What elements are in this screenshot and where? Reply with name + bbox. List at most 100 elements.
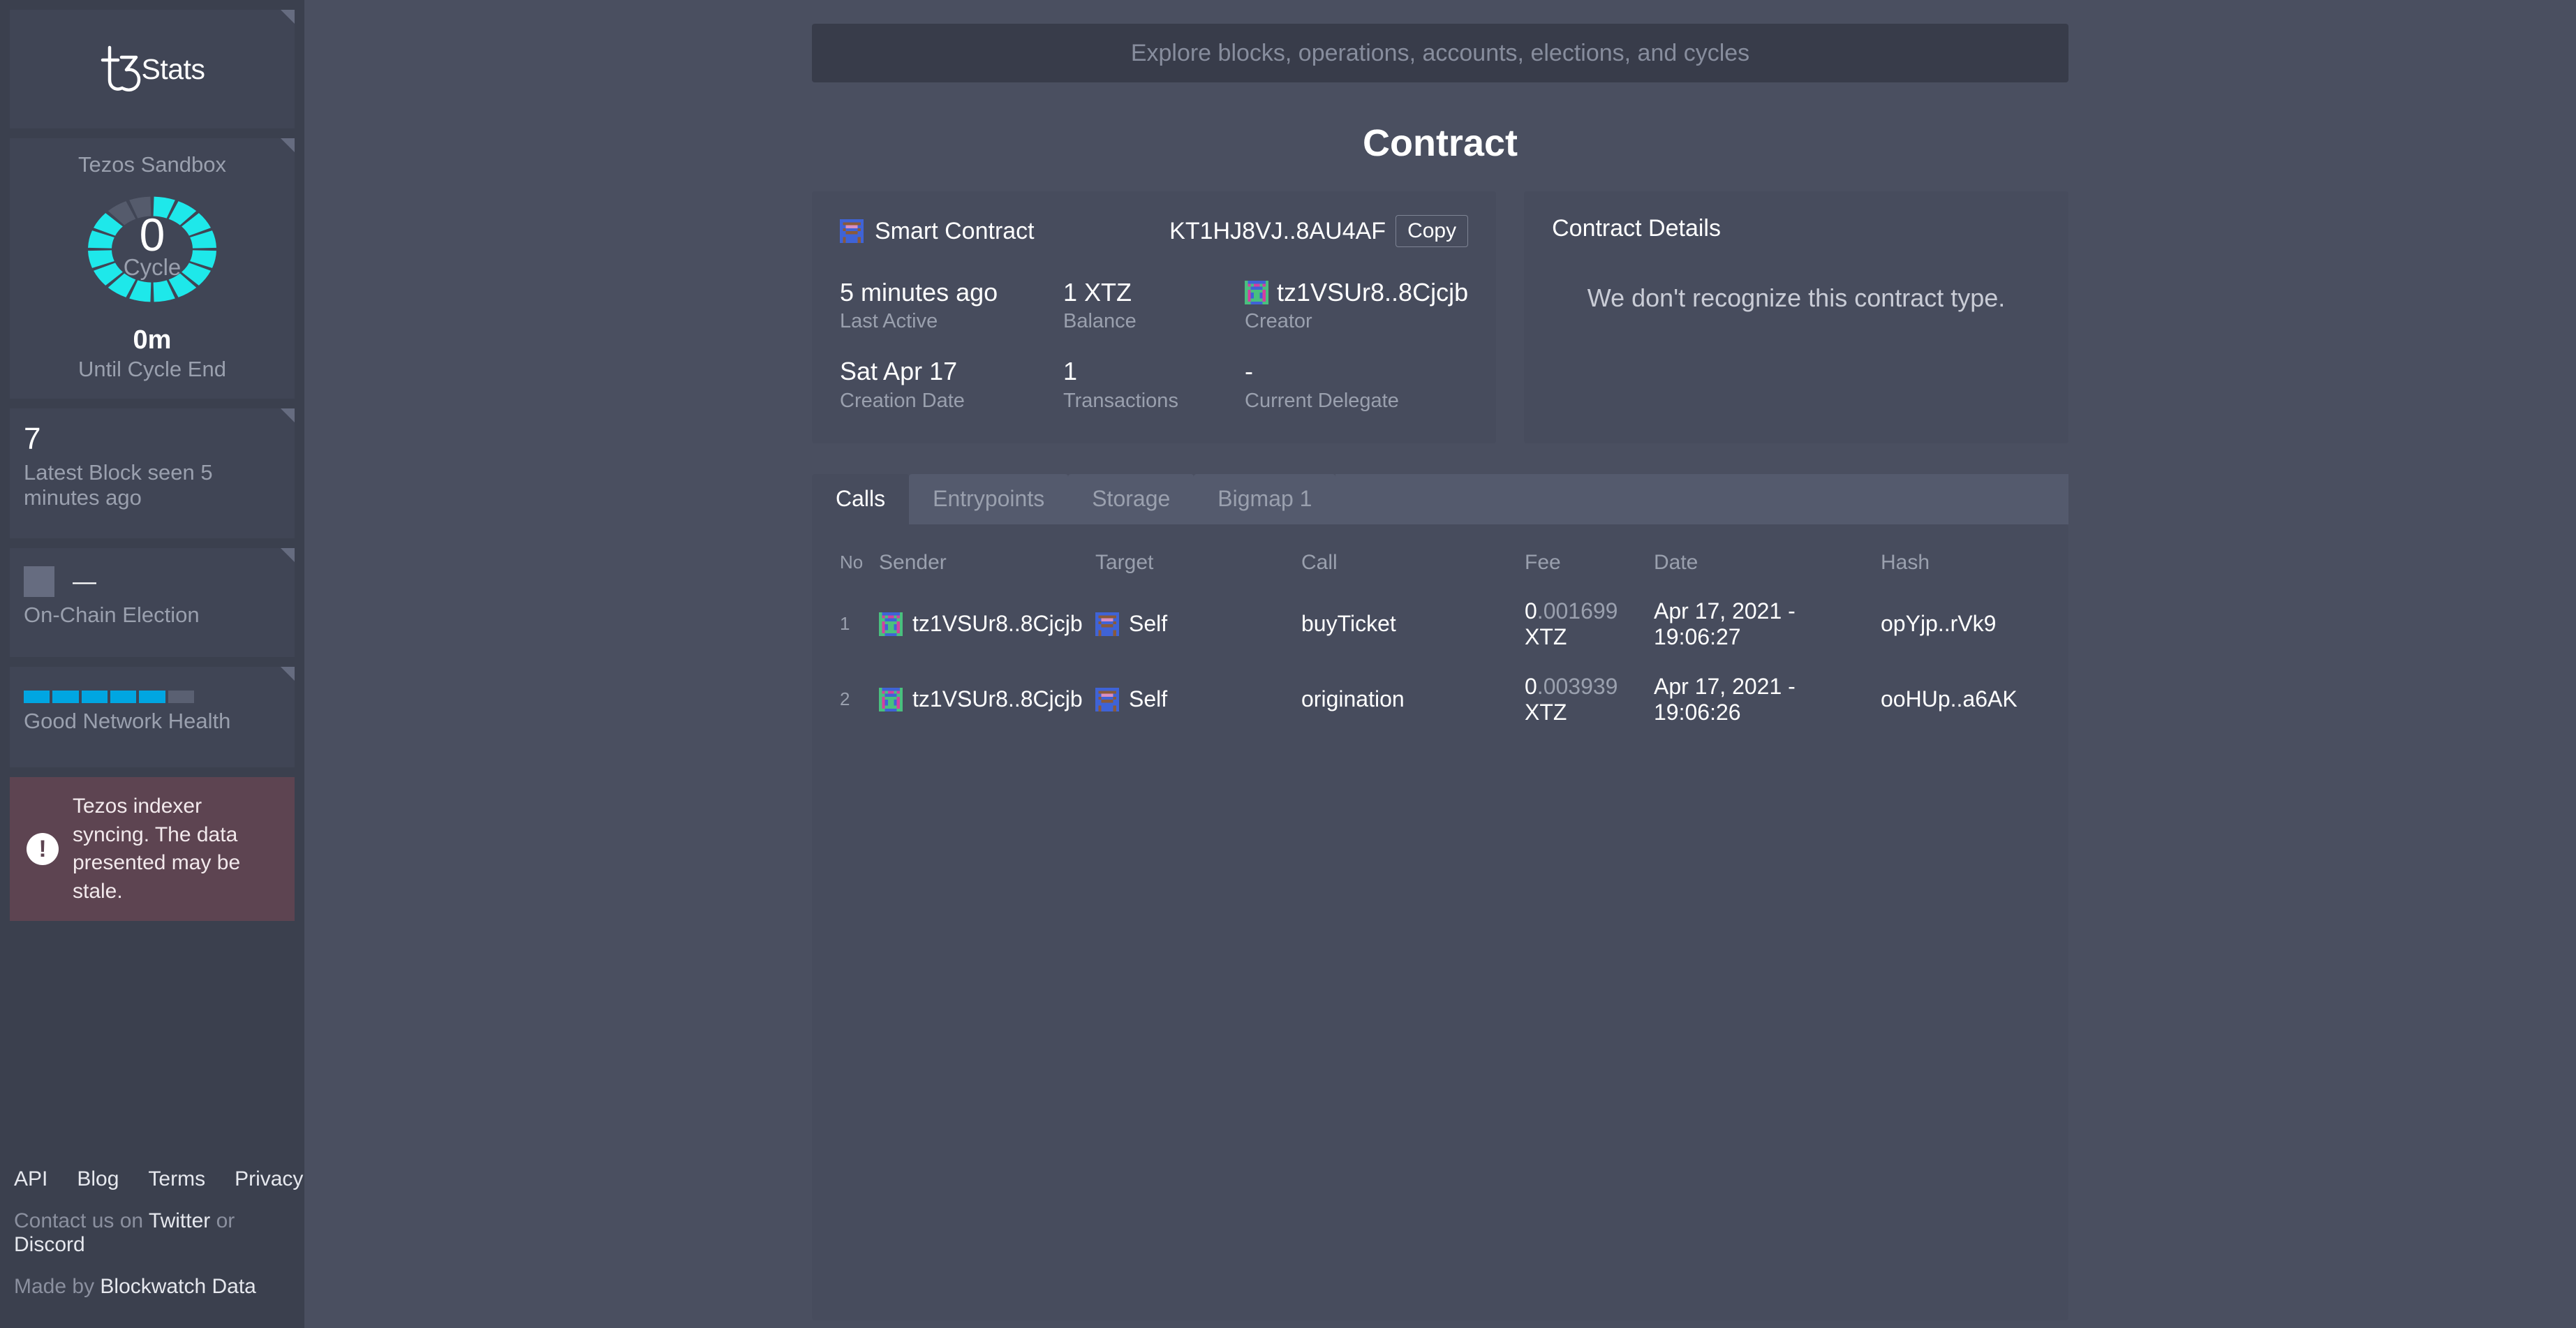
card-corner-icon — [281, 138, 295, 152]
cell-no: 2 — [840, 674, 879, 749]
card-corner-icon — [281, 10, 295, 24]
footer-link-blog[interactable]: Blog — [77, 1167, 119, 1191]
summary-cards-row: Smart Contract KT1HJ8VJ..8AU4AF Copy 5 m… — [812, 191, 2068, 443]
contract-card-header: Smart Contract KT1HJ8VJ..8AU4AF Copy — [840, 215, 1468, 247]
cycle-time-left-label: Until Cycle End — [24, 357, 281, 382]
contract-field-label: Last Active — [840, 310, 1063, 333]
contract-field: Sat Apr 17 Creation Date — [840, 357, 1063, 412]
cell-call: buyTicket — [1301, 598, 1525, 674]
calls-tab-panel: No Sender Target Call Fee Date Hash 1 — [812, 524, 2068, 1320]
cell-hash[interactable]: ooHUp..a6AK — [1881, 674, 2041, 749]
account-identicon — [879, 688, 903, 711]
search-placeholder: Explore blocks, operations, accounts, el… — [1131, 40, 1749, 67]
election-card[interactable]: — On-Chain Election — [10, 548, 295, 657]
sidebar-footer: API Blog Terms Privacy Contact us on Twi… — [10, 1167, 295, 1328]
contract-details-card: Contract Details We don't recognize this… — [1524, 191, 2068, 443]
contract-field-label: Current Delegate — [1245, 390, 1468, 413]
tab-bigmap-1[interactable]: Bigmap 1 — [1194, 474, 1335, 524]
contract-summary-card: Smart Contract KT1HJ8VJ..8AU4AF Copy 5 m… — [812, 191, 1496, 443]
table-row[interactable]: 2 tz1VSUr8..8Cjcjb Self origination 0.00… — [840, 674, 2041, 749]
footer-link-privacy[interactable]: Privacy — [235, 1167, 303, 1191]
tab-storage[interactable]: Storage — [1068, 474, 1194, 524]
brand-logo[interactable]: Stats — [100, 45, 205, 94]
logo-card[interactable]: Stats — [10, 10, 295, 128]
latest-block-height: 7 — [24, 424, 281, 455]
sync-alert-text: Tezos indexer syncing. The data presente… — [73, 792, 278, 906]
column-header-hash: Hash — [1881, 551, 2041, 598]
latest-block-card[interactable]: 7 Latest Block seen 5 minutes ago — [10, 408, 295, 538]
contract-address-wrap: KT1HJ8VJ..8AU4AF Copy — [1169, 215, 1468, 247]
contract-field: 1 XTZ Balance — [1063, 278, 1245, 333]
contract-field: 1 Transactions — [1063, 357, 1245, 412]
contract-field-value: - — [1245, 357, 1468, 385]
election-caption: On-Chain Election — [24, 603, 281, 628]
copy-address-button[interactable]: Copy — [1396, 215, 1468, 247]
cell-fee: 0.001699 XTZ — [1525, 598, 1654, 674]
network-health-segment — [110, 691, 136, 703]
footer-link-api[interactable]: API — [14, 1167, 47, 1191]
contract-address: KT1HJ8VJ..8AU4AF — [1169, 218, 1386, 245]
cell-date: Apr 17, 2021 - 19:06:27 — [1654, 598, 1881, 674]
cell-no: 1 — [840, 598, 879, 674]
cell-target[interactable]: Self — [1095, 674, 1301, 749]
contract-fields-grid: 5 minutes ago Last Active1 XTZ Balance t… — [840, 278, 1468, 413]
footer-contact-prefix: Contact us on — [14, 1209, 149, 1232]
cycle-progress-donut: 0 Cycle — [24, 183, 281, 316]
page-title: Contract — [812, 121, 2068, 165]
tab-entrypoints[interactable]: Entrypoints — [909, 474, 1068, 524]
contract-details-title: Contract Details — [1552, 215, 2041, 242]
cell-fee: 0.003939 XTZ — [1525, 674, 1654, 749]
footer-made-by-line: Made by Blockwatch Data — [14, 1275, 290, 1299]
cell-sender[interactable]: tz1VSUr8..8Cjcjb — [879, 674, 1095, 749]
table-row[interactable]: 1 tz1VSUr8..8Cjcjb Self buyTicket 0.0016… — [840, 598, 2041, 674]
footer-link-discord[interactable]: Discord — [14, 1233, 85, 1256]
contract-field-value: 1 — [1063, 357, 1245, 385]
account-identicon — [1245, 281, 1268, 304]
main-content: Explore blocks, operations, accounts, el… — [304, 0, 2576, 1328]
network-health-segment — [24, 691, 50, 703]
network-health-segment — [168, 691, 194, 703]
sync-alert: ! Tezos indexer syncing. The data presen… — [10, 777, 295, 921]
column-header-fee: Fee — [1525, 551, 1654, 598]
contract-field-label: Creator — [1245, 310, 1468, 333]
contract-identicon — [1095, 688, 1119, 711]
column-header-call: Call — [1301, 551, 1525, 598]
contract-field-value: 5 minutes ago — [840, 278, 1063, 307]
footer-links: API Blog Terms Privacy — [14, 1167, 290, 1191]
contract-field: 5 minutes ago Last Active — [840, 278, 1063, 333]
footer-made-prefix: Made by — [14, 1275, 100, 1298]
cycle-card[interactable]: Tezos Sandbox 0 Cycle 0m Until Cycle End — [10, 138, 295, 399]
contract-field: - Current Delegate — [1245, 357, 1468, 412]
tab-bar-filler — [1335, 474, 2068, 524]
tezos-t3-logo-icon — [100, 45, 143, 94]
card-corner-icon — [281, 408, 295, 422]
election-value: — — [73, 570, 96, 593]
contract-field-value: Sat Apr 17 — [840, 357, 1063, 385]
footer-link-terms[interactable]: Terms — [148, 1167, 205, 1191]
search-bar[interactable]: Explore blocks, operations, accounts, el… — [812, 24, 2068, 82]
contract-field-value: tz1VSUr8..8Cjcjb — [1245, 278, 1468, 307]
table-header-row: No Sender Target Call Fee Date Hash — [840, 551, 2041, 598]
calls-table: No Sender Target Call Fee Date Hash 1 — [840, 551, 2041, 749]
cell-hash[interactable]: opYjp..rVk9 — [1881, 598, 2041, 674]
tab-calls[interactable]: Calls — [812, 474, 909, 524]
contract-identicon — [840, 219, 864, 243]
footer-link-twitter[interactable]: Twitter — [149, 1209, 210, 1232]
contract-type-label: Smart Contract — [875, 218, 1035, 245]
contract-field-label: Balance — [1063, 310, 1245, 333]
contract-field-label: Creation Date — [840, 390, 1063, 413]
cell-target[interactable]: Self — [1095, 598, 1301, 674]
network-health-segment — [52, 691, 78, 703]
network-health-caption: Good Network Health — [24, 709, 281, 734]
footer-link-blockwatch[interactable]: Blockwatch Data — [100, 1275, 256, 1298]
column-header-sender: Sender — [879, 551, 1095, 598]
card-corner-icon — [281, 548, 295, 562]
election-status-box-icon — [24, 566, 54, 597]
contract-details-empty-message: We don't recognize this contract type. — [1552, 242, 2041, 354]
cell-date: Apr 17, 2021 - 19:06:26 — [1654, 674, 1881, 749]
contract-field-value: 1 XTZ — [1063, 278, 1245, 307]
cell-sender[interactable]: tz1VSUr8..8Cjcjb — [879, 598, 1095, 674]
card-corner-icon — [281, 667, 295, 681]
network-health-card[interactable]: Good Network Health — [10, 667, 295, 767]
network-health-bar — [24, 691, 194, 703]
